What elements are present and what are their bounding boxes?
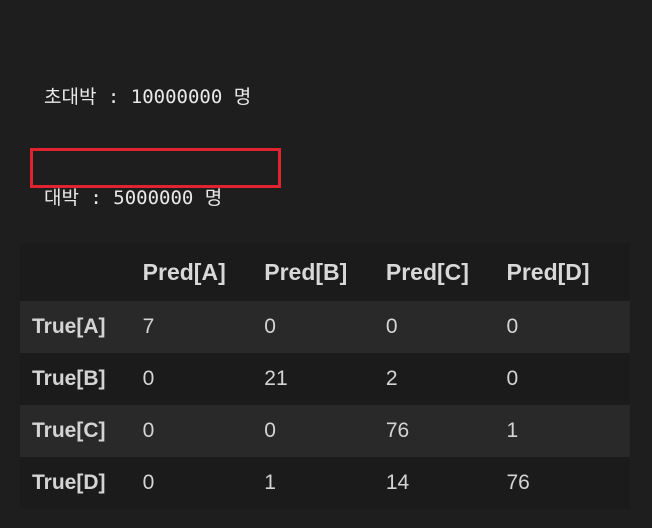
column-header: Pred[D] xyxy=(506,258,590,285)
table-cell: 14 xyxy=(385,471,410,494)
table-cell: 21 xyxy=(264,367,288,390)
row-label: True[A] xyxy=(32,315,106,338)
table-row: True[B] 0 21 2 0 xyxy=(20,353,630,405)
table-cell: 0 xyxy=(142,419,155,442)
table-cell: 7 xyxy=(142,315,155,338)
table-cell: 76 xyxy=(506,471,530,494)
table-cell: 2 xyxy=(385,367,398,390)
table-cell: 0 xyxy=(264,315,276,338)
table-cell: 0 xyxy=(385,315,398,338)
index-header xyxy=(20,243,143,301)
output-line: 초대박 : 10000000 명 xyxy=(44,86,252,108)
table-row: True[D] 0 1 14 76 xyxy=(20,457,630,509)
table-cell: 1 xyxy=(506,419,519,442)
column-header: Pred[C] xyxy=(385,258,469,285)
column-header: Pred[B] xyxy=(264,258,348,285)
table-header-row: Pred[A] Pred[B] Pred[C] Pred[D] xyxy=(20,243,630,301)
table-cell: 0 xyxy=(264,419,276,442)
table-cell: 1 xyxy=(264,471,276,494)
table-cell: 0 xyxy=(142,367,155,390)
table-row: True[C] 0 0 76 1 xyxy=(20,405,630,457)
table-cell: 0 xyxy=(506,315,519,338)
table-row: True[A] 7 0 0 0 xyxy=(20,301,630,353)
table-cell: 76 xyxy=(385,419,410,442)
row-label: True[D] xyxy=(32,471,106,494)
table-cell: 0 xyxy=(142,471,155,494)
row-label: True[C] xyxy=(32,419,106,442)
table-cell: 0 xyxy=(506,367,519,390)
row-label: True[B] xyxy=(32,367,106,390)
confusion-matrix-table: Pred[A] Pred[B] Pred[C] Pred[D] True[A] … xyxy=(20,243,630,509)
column-header: Pred[A] xyxy=(142,258,226,285)
highlight-box xyxy=(30,148,281,188)
